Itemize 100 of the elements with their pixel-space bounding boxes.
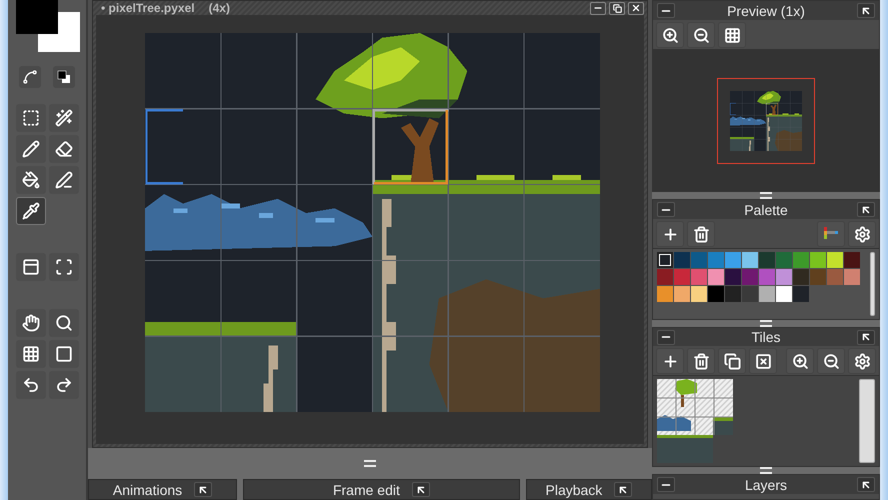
palette-swatch[interactable] [810,269,826,285]
texture-icon [22,345,40,363]
restore-icon [612,4,622,12]
pop-out-button[interactable] [857,202,875,217]
eraser-tool-button[interactable] [48,135,78,163]
palette-swatch[interactable] [708,269,724,285]
color-swatches[interactable] [14,0,80,54]
palette-swatch[interactable] [742,286,758,302]
palette-swatch[interactable] [691,252,707,268]
palette-swatch[interactable] [674,269,690,285]
palette-swatch[interactable] [674,252,690,268]
palette-swatch[interactable] [776,286,792,302]
palette-swatch[interactable] [776,252,792,268]
splitter-grip-icon[interactable] [364,460,376,467]
pop-out-button[interactable] [857,330,875,344]
minimize-button[interactable] [657,330,675,344]
palette-swatch[interactable] [759,286,775,302]
redo-tool-button[interactable] [48,371,78,399]
palette-swatch[interactable] [725,252,741,268]
add-button[interactable] [656,221,684,247]
arrow-icon [860,331,872,343]
wand-tool-button[interactable] [48,104,78,132]
panel-title: Frame edit [332,482,400,498]
palette-swatch[interactable] [759,269,775,285]
pencil-tool-button[interactable] [16,135,46,163]
texture-tool-button[interactable] [16,340,46,368]
pop-out-button[interactable] [194,482,212,497]
panel-title: Palette [743,202,789,218]
minimize-button[interactable] [657,3,675,18]
palette-swatch[interactable] [827,269,843,285]
bucket-tool-button[interactable] [16,166,46,194]
palette-swatch[interactable] [657,286,673,302]
pop-out-button[interactable] [857,3,875,18]
palette-swatch[interactable] [708,286,724,302]
preview-thumbnail-drawing [730,90,802,150]
palette-swatch[interactable] [674,286,690,302]
palette-swatch[interactable] [657,269,673,285]
panel-title: Playback [546,482,602,498]
texture-button[interactable] [718,22,746,48]
scrollbar[interactable] [870,252,875,316]
document-title: • pixelTree.pyxel [101,1,195,15]
palette-swatch[interactable] [759,252,775,268]
delete-button[interactable] [687,348,715,374]
minimize-button[interactable] [657,477,675,492]
palette-swatch[interactable] [725,269,741,285]
pop-out-button[interactable] [614,482,632,497]
palette-swatch[interactable] [725,286,741,302]
add-icon [662,226,678,242]
palette-swatch[interactable] [657,252,673,268]
hand-tool-button[interactable] [16,309,46,337]
palette-swatch[interactable] [742,269,758,285]
line-tool-button[interactable] [16,253,46,281]
copy-button[interactable] [718,348,746,374]
pipette-tool-button[interactable] [16,197,46,225]
swap-colors-button[interactable] [19,66,41,88]
select-tool-button[interactable] [16,104,46,132]
close-button[interactable] [628,2,644,14]
palette-swatch[interactable] [742,252,758,268]
minimize-button[interactable] [590,2,606,14]
palette-swatch[interactable] [691,269,707,285]
default-colors-button[interactable] [53,66,75,88]
palette-swatch[interactable] [810,252,826,268]
pop-out-button[interactable] [857,477,875,492]
add-button[interactable] [656,348,684,374]
pen-icon [54,171,72,189]
delete-icon [692,226,710,242]
pop-out-button[interactable] [412,482,430,497]
zoom-in-button[interactable] [786,348,814,374]
panel-title: Tiles [750,329,782,345]
scrollbar[interactable] [859,379,875,463]
preview-viewport[interactable] [717,78,815,164]
palette-swatch[interactable] [827,252,843,268]
restore-button[interactable] [609,2,625,14]
color-ramp-button[interactable] [817,221,845,247]
color-pair-icon [57,70,71,84]
redo-icon [54,376,72,394]
palette-swatch[interactable] [776,269,792,285]
clear-button[interactable] [749,348,777,374]
zoom-out-button[interactable] [817,348,845,374]
settings-button[interactable] [848,348,876,374]
frame-tool-button[interactable] [48,340,78,368]
palette-swatch[interactable] [793,252,809,268]
undo-tool-button[interactable] [16,371,46,399]
palette-swatch[interactable] [793,269,809,285]
transform-tool-button[interactable] [48,253,78,281]
palette-swatch[interactable] [793,286,809,302]
palette-swatch[interactable] [844,269,860,285]
delete-button[interactable] [687,221,715,247]
zoom-in-button[interactable] [656,22,684,48]
zoom-tool-button[interactable] [48,309,78,337]
transform-icon [54,258,72,276]
palette-swatch[interactable] [844,252,860,268]
panel-title: Preview (1x) [726,2,806,18]
zoom-level: (4x) [208,1,230,15]
settings-button[interactable] [848,221,876,247]
pen-tool-button[interactable] [48,166,78,194]
palette-swatch[interactable] [708,252,724,268]
palette-swatch[interactable] [691,286,707,302]
minimize-button[interactable] [657,202,675,217]
zoom-out-button[interactable] [687,22,715,48]
